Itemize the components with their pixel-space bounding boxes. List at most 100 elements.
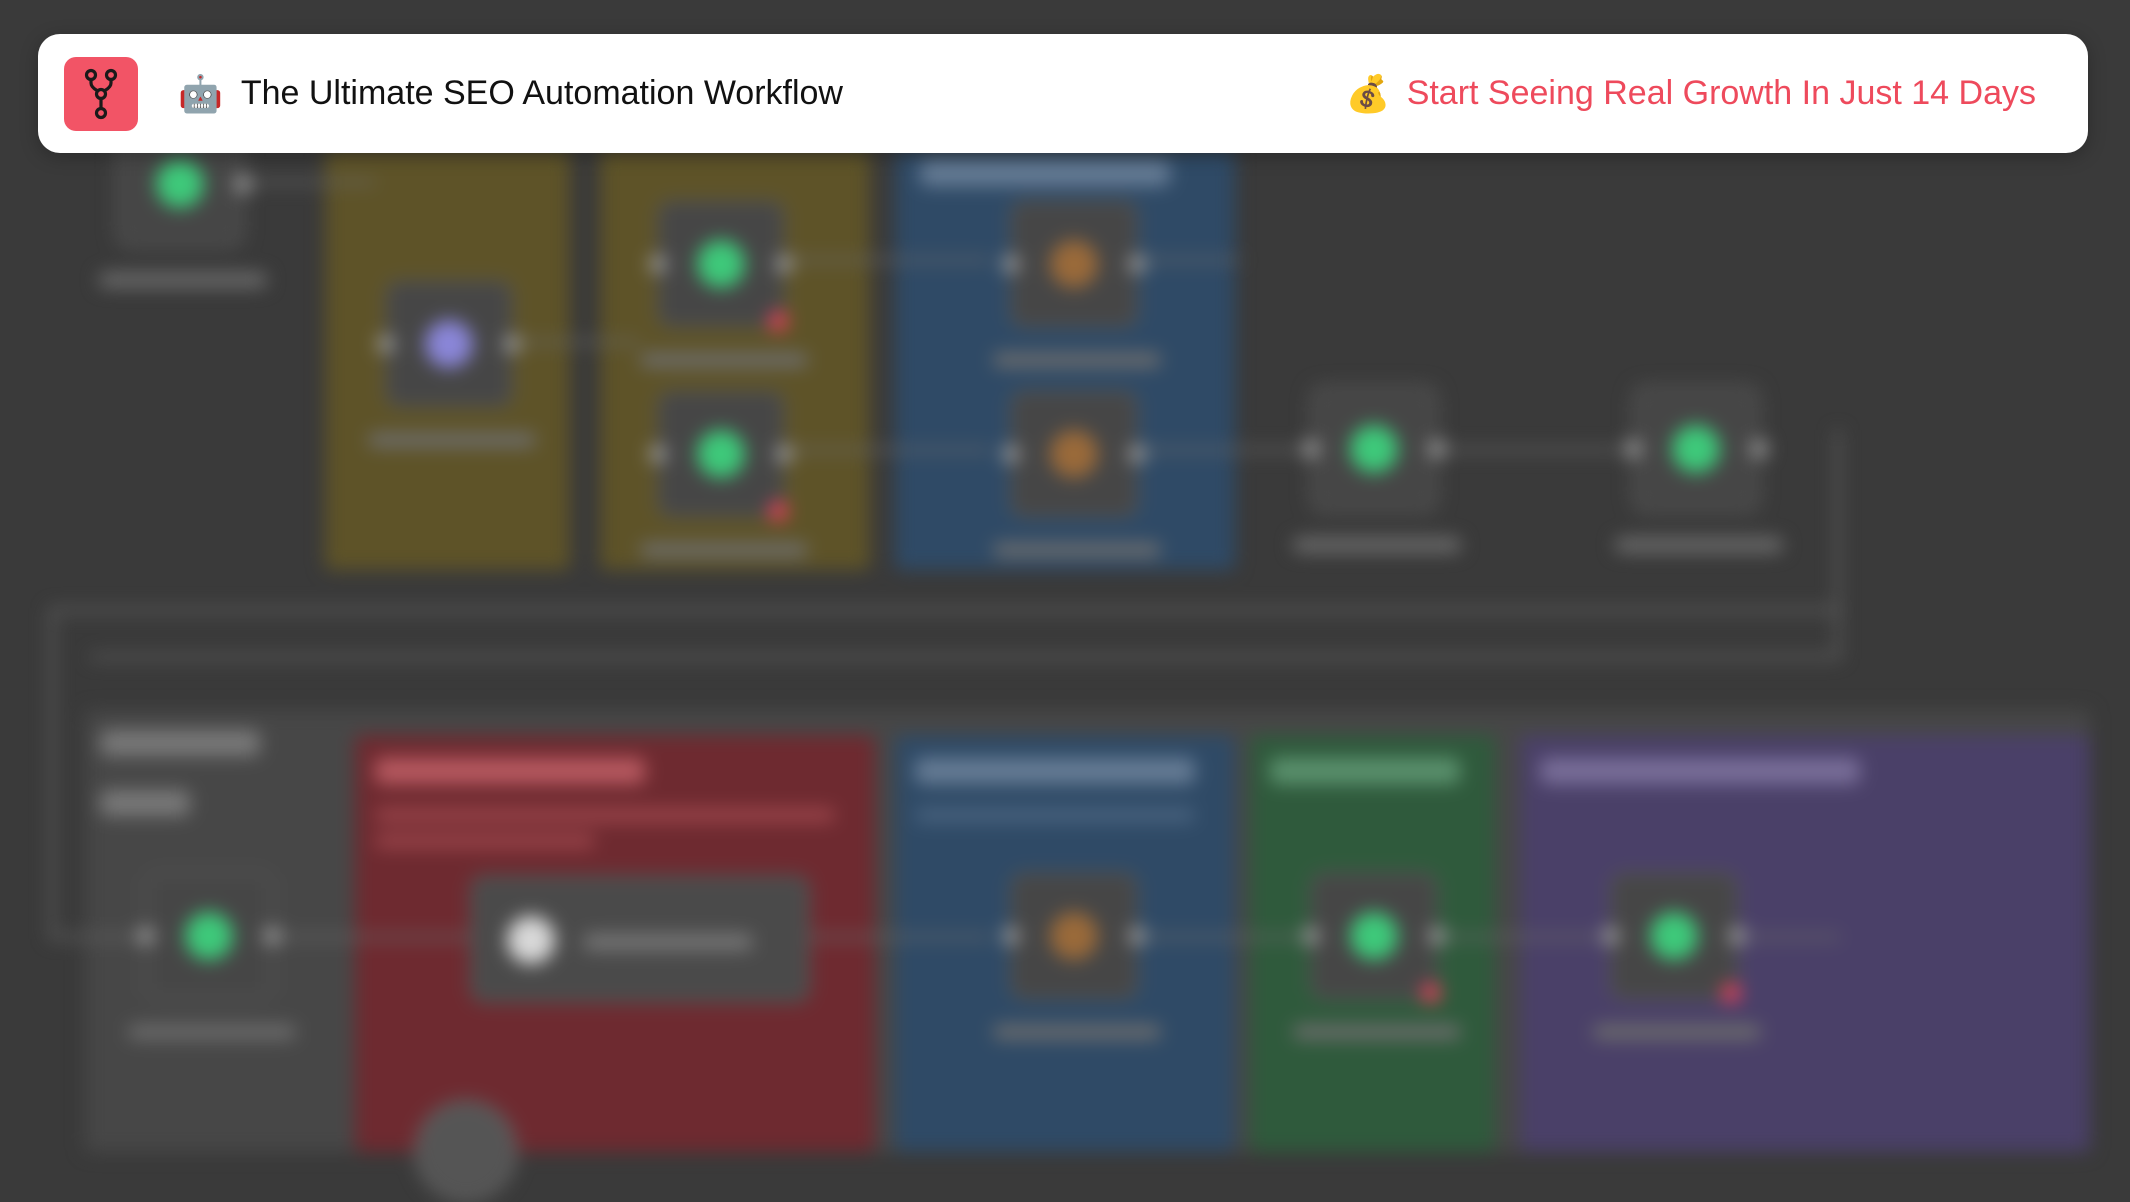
connection-wire [790, 258, 990, 262]
node-status-dot [1350, 425, 1398, 473]
node-label-placeholder [99, 273, 267, 287]
connection-wire [1130, 448, 1300, 452]
zone-sub-placeholder [375, 808, 835, 822]
workflow-node[interactable] [993, 872, 1161, 1039]
node-output-port[interactable] [1128, 445, 1146, 463]
connection-wire [50, 608, 1840, 612]
connection-wire [90, 655, 1840, 659]
node-label-placeholder [640, 353, 808, 367]
warning-icon [768, 501, 788, 521]
logo-badge [64, 56, 138, 131]
node-output-port[interactable] [1428, 927, 1446, 945]
node-output-port[interactable] [234, 175, 252, 193]
workflow-node[interactable] [993, 390, 1161, 557]
node-output-port[interactable] [1128, 927, 1146, 945]
node-status-dot [1050, 240, 1098, 288]
zone-title-placeholder [100, 730, 260, 756]
node-input-port[interactable] [1002, 927, 1020, 945]
connection-wire [1740, 935, 1840, 939]
zone-title-placeholder [375, 758, 645, 784]
node-output-port[interactable] [775, 445, 793, 463]
zone-sub-placeholder [915, 808, 1195, 822]
node-label-placeholder [128, 1025, 296, 1039]
node-label-placeholder [993, 353, 1161, 367]
node-label-placeholder [368, 433, 536, 447]
connection-wire [520, 340, 640, 344]
money-bag-icon: 💰 [1345, 72, 1391, 114]
connection-wire [1130, 935, 1300, 939]
zone-title-placeholder [915, 758, 1195, 784]
node-output-port[interactable] [503, 335, 521, 353]
node-output-port[interactable] [1728, 927, 1746, 945]
node-input-port[interactable] [1002, 255, 1020, 273]
node-status-dot [1672, 425, 1720, 473]
connection-wire [1440, 448, 1620, 452]
workflow-header: 🤖 The Ultimate SEO Automation Workflow 💰… [38, 34, 2088, 153]
node-input-port[interactable] [649, 445, 667, 463]
workflow-node[interactable] [1293, 385, 1461, 552]
connection-wire [245, 180, 375, 184]
node-output-port[interactable] [263, 927, 281, 945]
warning-icon [1721, 983, 1741, 1003]
title-group: 🤖 The Ultimate SEO Automation Workflow [178, 74, 1346, 113]
warning-icon [768, 311, 788, 331]
workflow-node[interactable] [1615, 385, 1783, 552]
workflow-node[interactable] [368, 280, 536, 447]
connection-wire [50, 608, 54, 938]
node-label-placeholder [583, 934, 753, 950]
node-input-port[interactable] [1624, 440, 1642, 458]
node-input-port[interactable] [1602, 927, 1620, 945]
node-status-dot [185, 912, 233, 960]
node-input-port[interactable] [1002, 445, 1020, 463]
node-label-placeholder [1293, 538, 1461, 552]
tagline-group: 💰 Start Seeing Real Growth In Just 14 Da… [1346, 74, 2036, 113]
node-input-port[interactable] [649, 255, 667, 273]
workflow-node[interactable] [1593, 872, 1761, 1039]
zone-sub-placeholder [375, 834, 595, 848]
workflow-node-wide[interactable] [470, 875, 810, 1003]
node-status-dot [1650, 912, 1698, 960]
node-status-dot [697, 430, 745, 478]
node-status-dot [697, 240, 745, 288]
node-status-dot [1050, 430, 1098, 478]
node-input-port[interactable] [1302, 927, 1320, 945]
node-label-placeholder [1593, 1025, 1761, 1039]
connection-wire [790, 448, 990, 452]
node-label-placeholder [1615, 538, 1783, 552]
node-output-port[interactable] [775, 255, 793, 273]
workflow-node[interactable] [128, 872, 296, 1039]
connection-wire [810, 935, 990, 939]
workflow-node[interactable] [993, 200, 1161, 367]
node-label-placeholder [993, 543, 1161, 557]
node-input-port[interactable] [377, 335, 395, 353]
node-label-placeholder [640, 543, 808, 557]
node-label-placeholder [993, 1025, 1161, 1039]
node-input-port[interactable] [1302, 440, 1320, 458]
workflow-node[interactable] [1293, 872, 1461, 1039]
zone-title-placeholder [100, 790, 190, 816]
warning-icon [1421, 983, 1441, 1003]
node-output-port[interactable] [1128, 255, 1146, 273]
node-label-placeholder [1293, 1025, 1461, 1039]
zone-title-placeholder [1540, 758, 1860, 784]
zone-title-placeholder [920, 160, 1170, 186]
connection-wire [1836, 430, 1840, 658]
node-output-port[interactable] [1750, 440, 1768, 458]
node-status-dot [507, 916, 555, 964]
node-input-port[interactable] [137, 927, 155, 945]
node-status-dot [1350, 912, 1398, 960]
tagline: Start Seeing Real Growth In Just 14 Days [1406, 74, 2036, 112]
sub-node-circle[interactable] [415, 1100, 517, 1202]
connection-wire [1440, 935, 1610, 939]
workflow-node[interactable] [640, 200, 808, 367]
robot-icon: 🤖 [178, 72, 223, 114]
node-output-port[interactable] [1428, 440, 1446, 458]
node-status-dot [1050, 912, 1098, 960]
workflow-branch-icon [84, 68, 118, 119]
node-status-dot [425, 320, 473, 368]
workflow-canvas[interactable] [0, 0, 2130, 1202]
workflow-node[interactable] [640, 390, 808, 557]
page-title: The Ultimate SEO Automation Workflow [240, 74, 843, 112]
connection-wire [1130, 258, 1240, 262]
node-status-dot [156, 160, 204, 208]
